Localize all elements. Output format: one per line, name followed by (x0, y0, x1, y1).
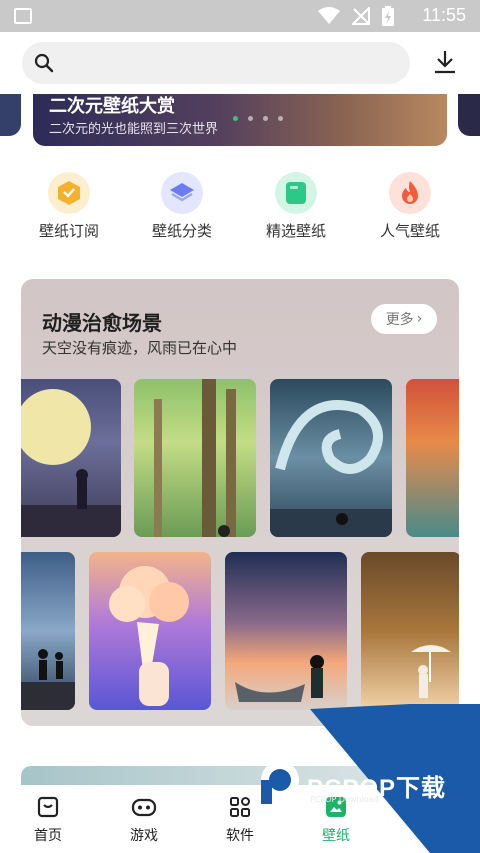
banner-next-peek[interactable] (458, 94, 480, 136)
wallpaper-image (270, 400, 392, 537)
wallpaper-thumb[interactable] (361, 552, 459, 710)
subscribe-icon (48, 172, 90, 214)
search-icon (34, 53, 54, 73)
wallpaper-thumb[interactable] (270, 379, 392, 537)
quick-link-label: 人气壁纸 (379, 222, 440, 240)
quick-link-label: 壁纸订阅 (38, 222, 99, 240)
wallpaper-image (154, 379, 236, 537)
tab-label: 游戏 (130, 828, 158, 844)
wallpaper-thumb[interactable] (225, 552, 347, 710)
featured-icon (275, 172, 317, 214)
quick-link-label: 壁纸分类 (151, 222, 212, 240)
wallpaper-image (109, 566, 189, 706)
wifi-icon (318, 7, 340, 24)
wallpaper-section-card: 动漫治愈场景 天空没有痕迹，风雨已在心中 更多 › (21, 279, 459, 726)
banner-prev-peek[interactable] (0, 94, 21, 136)
quick-link-popular[interactable]: 人气壁纸 (355, 172, 465, 241)
wallpaper-thumb[interactable] (134, 379, 256, 537)
tab-label: 首页 (34, 828, 62, 844)
gallery-icon (14, 8, 32, 24)
quick-link-category[interactable]: 壁纸分类 (127, 172, 237, 241)
download-icon[interactable] (434, 50, 456, 74)
banner-title: 二次元壁纸大赏 (49, 96, 175, 117)
chevron-right-icon: › (416, 311, 423, 327)
wallpaper-thumb[interactable] (406, 379, 459, 537)
wallpaper-image (411, 645, 451, 698)
status-icons (318, 6, 394, 26)
category-icon (161, 172, 203, 214)
status-bar: 11:55 (0, 0, 480, 32)
carousel-dot[interactable] (248, 116, 253, 121)
apps-icon (230, 797, 250, 817)
home-icon (37, 796, 59, 818)
no-signal-icon (352, 7, 370, 25)
more-button[interactable]: 更多 › (371, 304, 437, 334)
wallpaper-image (21, 389, 121, 537)
wallpaper-thumb[interactable] (21, 552, 75, 710)
pcpop-logo-icon (261, 761, 299, 804)
quick-link-label: 精选壁纸 (265, 222, 326, 240)
carousel-dot[interactable] (263, 116, 268, 121)
wallpaper-image (21, 649, 75, 710)
carousel-dot[interactable] (278, 116, 283, 121)
search-input[interactable] (22, 42, 410, 84)
wallpaper-thumb[interactable] (89, 552, 211, 710)
popular-icon (389, 172, 431, 214)
wallpaper-thumb[interactable] (21, 379, 121, 537)
section-subtitle: 天空没有痕迹，风雨已在心中 (42, 339, 238, 357)
battery-icon (382, 6, 394, 26)
search-bar (0, 32, 480, 94)
banner-subtitle: 二次元的光也能照到三次世界 (49, 122, 219, 137)
section-title: 动漫治愈场景 (42, 311, 162, 335)
carousel-dots (233, 116, 283, 121)
banner-carousel[interactable]: 二次元壁纸大赏 二次元的光也能照到三次世界 (33, 94, 447, 146)
more-label: 更多 (385, 312, 414, 328)
wallpaper-image (235, 655, 324, 702)
tab-label: 软件 (226, 828, 254, 844)
watermark-sub: PCPOP Download (310, 795, 379, 804)
status-time: 11:55 (422, 5, 466, 25)
carousel-dot[interactable] (233, 116, 238, 121)
quick-link-featured[interactable]: 精选壁纸 (241, 172, 351, 241)
tab-home[interactable]: 首页 (18, 795, 78, 845)
tab-games[interactable]: 游戏 (114, 795, 174, 845)
gamepad-icon (131, 798, 157, 817)
quick-link-subscribe[interactable]: 壁纸订阅 (14, 172, 124, 241)
